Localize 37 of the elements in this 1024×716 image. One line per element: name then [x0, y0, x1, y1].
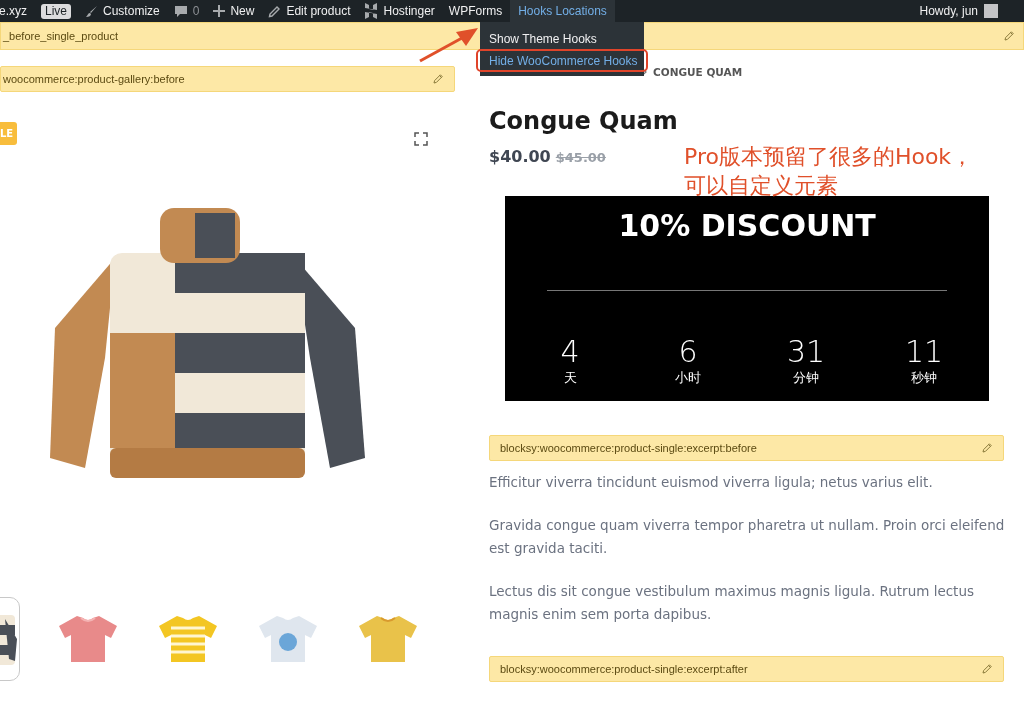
comments-link[interactable]: 0 [173, 0, 200, 22]
customize-link[interactable]: Customize [85, 0, 160, 22]
countdown-value: 11 [905, 335, 944, 369]
menu-item[interactable]: Show Theme Hooks [480, 28, 644, 50]
new-link[interactable]: New [213, 0, 255, 22]
hook-name: blocksy:woocommerce:product-single:excerpt:after [500, 663, 748, 675]
annotation-text: Pro版本预留了很多的Hook， [684, 143, 974, 171]
hostinger-link[interactable]: Hostinger [364, 0, 435, 22]
menu-item[interactable]: Hide WooCommerce Hooks [480, 50, 644, 72]
description-text: Gravida congue quam viverra tempor pharetra ut nullam. Proin orci eleifend [489, 516, 1005, 535]
description-text: est gravida taciti. [489, 539, 609, 558]
description-text: magnis enim sem porta dapibus. [489, 605, 713, 624]
old-price: $45.00 [555, 150, 606, 165]
countdown-label: 天 [563, 369, 577, 387]
countdown-label: 分钟 [793, 369, 820, 387]
description-text: Efficitur viverra tincidunt euismod viverra ligula; netus varius elit. [489, 473, 934, 492]
price: $40.00 [489, 147, 551, 166]
description-text: Lectus dis sit congue vestibulum maximus magnis ligula. Rutrum lectus [489, 582, 975, 601]
site-name-link[interactable]: e.xyz [0, 0, 27, 22]
edit-link[interactable]: Edit product [268, 0, 351, 22]
countdown-value: 6 [678, 335, 698, 369]
hook-name: _before_single_product [3, 30, 118, 42]
countdown-label: 小时 [675, 369, 702, 387]
hook-name: blocksy:woocommerce:product-single:excerpt:before [500, 442, 757, 454]
hooks-locations-menu[interactable]: Hooks Locations [510, 0, 615, 22]
product-title: Congue Quam [489, 107, 679, 135]
countdown-label: 秒钟 [911, 369, 938, 387]
countdown-value: 4 [560, 335, 580, 369]
annotation-text: 可以自定义元素 [684, 172, 839, 200]
admin-bar-link[interactable]: WPForms [448, 0, 503, 22]
discount-title: 10% DISCOUNT [618, 208, 876, 244]
live-badge: Live [41, 3, 72, 19]
breadcrumb-item: CONGUE QUAM [653, 66, 743, 78]
greeting-link[interactable]: Howdy, jun [919, 4, 978, 18]
sale-badge: LE [0, 122, 18, 145]
hook-name: woocommerce:product-gallery:before [3, 73, 185, 85]
countdown-value: 31 [787, 335, 826, 369]
